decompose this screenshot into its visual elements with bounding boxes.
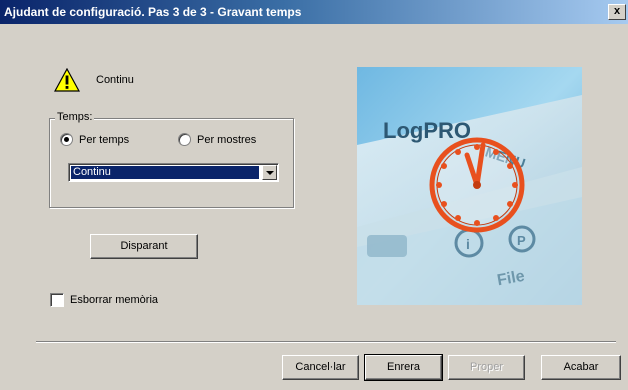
time-groupbox: Temps: Per temps Per mostres Continu (49, 111, 294, 208)
illustration-svg: LogPRO MENU File i P (357, 67, 582, 305)
footer-separator (36, 341, 616, 343)
radio-per-mostres-label: Per mostres (197, 133, 257, 146)
close-icon: x (613, 5, 621, 17)
radio-per-temps-label: Per temps (79, 133, 130, 146)
checkbox-box[interactable] (50, 293, 64, 307)
finish-button[interactable]: Acabar (541, 355, 621, 380)
clock-icon (429, 137, 525, 233)
disparant-button-label: Disparant (120, 240, 168, 252)
svg-text:i: i (466, 236, 470, 252)
chevron-down-icon[interactable] (262, 165, 277, 180)
time-group-legend: Temps: (55, 111, 95, 123)
back-button[interactable]: Enrera (364, 354, 443, 381)
back-button-label: Enrera (386, 361, 421, 373)
erase-memory-label: Esborrar memòria (70, 294, 159, 306)
erase-memory-checkbox[interactable]: Esborrar memòria (50, 293, 158, 307)
svg-text:P: P (517, 233, 526, 248)
next-button[interactable]: Proper (448, 355, 525, 380)
radio-checked-icon (60, 133, 73, 146)
folder-icon (367, 235, 407, 257)
combo-selected-value: Continu (71, 166, 259, 179)
wizard-window: Ajudant de configuració. Pas 3 de 3 - Gr… (0, 0, 628, 390)
mode-combobox[interactable]: Continu (68, 163, 279, 182)
finish-button-label: Acabar (563, 361, 599, 373)
warning-icon (54, 68, 80, 92)
close-button[interactable]: x (608, 4, 626, 20)
radio-unchecked-icon (178, 133, 191, 146)
radio-per-temps[interactable]: Per temps (60, 133, 129, 146)
window-title: Ajudant de configuració. Pas 3 de 3 - Gr… (4, 5, 302, 19)
logpro-illustration: LogPRO MENU File i P (357, 67, 582, 305)
logpro-logo: LogPRO (383, 118, 471, 143)
disparant-button[interactable]: Disparant (90, 234, 198, 259)
warning-row: Continu (54, 68, 134, 92)
title-bar[interactable]: Ajudant de configuració. Pas 3 de 3 - Gr… (0, 0, 628, 24)
warning-label: Continu (96, 74, 134, 86)
next-button-label: Proper (469, 361, 504, 373)
svg-text:LogPRO: LogPRO (383, 118, 471, 143)
cancel-button[interactable]: Cancel·lar (282, 355, 359, 380)
cancel-button-label: Cancel·lar (295, 361, 346, 373)
radio-per-mostres[interactable]: Per mostres (178, 133, 256, 146)
